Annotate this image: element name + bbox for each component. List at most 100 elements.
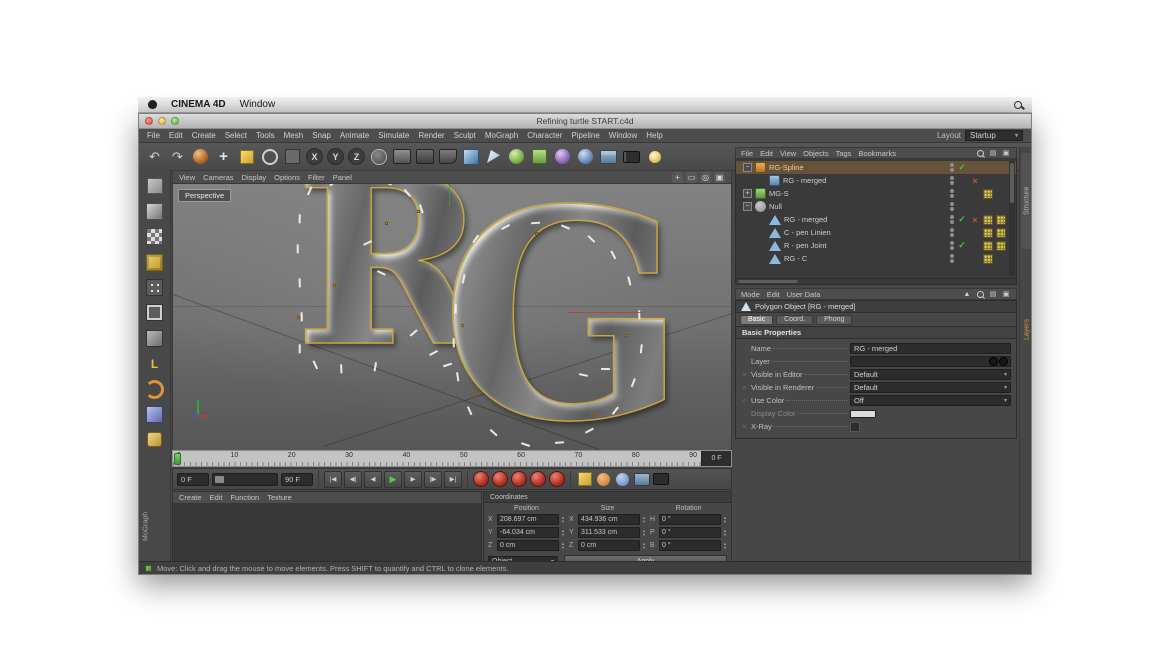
material-menu-item[interactable]: Create [179,493,202,502]
menu-item[interactable]: Help [646,131,662,140]
menu-item[interactable]: Sculpt [454,131,476,140]
spline-point[interactable] [385,222,388,225]
go-to-previous-key-button[interactable]: ◀| [344,471,362,488]
viewport-rotate-icon[interactable]: ◎ [700,172,711,183]
expander-icon[interactable] [757,241,766,250]
texture-tag-icon[interactable] [996,241,1006,251]
spline-point[interactable] [625,334,628,337]
animation-dot-icon[interactable]: ○ [741,424,748,430]
scale-tool-icon[interactable] [236,146,257,167]
window-title-bar[interactable]: Refining turtle START.c4d [139,114,1031,129]
redo-icon[interactable]: ↷ [167,146,188,167]
viewport-pan-icon[interactable]: + [672,172,683,183]
render-settings-icon[interactable] [437,146,458,167]
enable-axis-icon[interactable] [144,354,166,374]
autokeying-button[interactable] [576,471,593,488]
lock-x-axis-icon[interactable]: X [306,148,323,165]
viewport-menu-item[interactable]: Options [274,173,300,182]
attribute-tab[interactable]: Coord. [776,315,813,325]
coordinate-field[interactable]: 0 ° [659,540,721,551]
object-row[interactable]: + MG-S ✓ × [736,187,1016,200]
menu-item[interactable]: MoGraph [485,131,518,140]
material-manager[interactable]: CreateEditFunctionTexture [172,491,482,563]
menu-item[interactable]: Animate [340,131,369,140]
go-to-next-frame-button[interactable]: ▶ [404,471,422,488]
enabled-check-icon[interactable]: ✓ [957,240,967,251]
expander-icon[interactable] [757,215,766,224]
coordinate-field[interactable]: 0 ° [659,514,721,525]
menu-item[interactable]: File [147,131,160,140]
visibility-dots-icon[interactable] [950,215,954,224]
object-row[interactable]: RG - C ✓ × [736,252,1016,265]
attribute-control[interactable] [850,410,876,418]
power-slider[interactable] [212,473,278,486]
menu-item[interactable]: Mesh [284,131,304,140]
attribute-menu-item[interactable]: Edit [767,290,780,299]
stepper-icon[interactable] [642,529,646,537]
make-editable-icon[interactable] [144,176,166,196]
add-environment-icon[interactable] [575,146,596,167]
disabled-x-icon[interactable]: × [970,176,980,186]
add-cube-icon[interactable] [460,146,481,167]
stepper-icon[interactable] [723,529,727,537]
texture-tag-icon[interactable] [996,228,1006,238]
add-deformer-icon[interactable] [552,146,573,167]
material-menu-item[interactable]: Texture [267,493,292,502]
object-row[interactable]: − Null ✓ × [736,200,1016,213]
coordinates-tab[interactable]: Coordinates [484,492,731,503]
timeline-track[interactable]: 0102030405060708090 [173,451,701,466]
go-to-previous-frame-button[interactable]: ◀ [364,471,382,488]
menu-item[interactable]: Snap [312,131,331,140]
stepper-icon[interactable] [642,542,646,550]
edges-mode-icon[interactable] [144,303,166,323]
stepper-icon[interactable] [642,516,646,524]
render-view-icon[interactable] [391,146,412,167]
visibility-dots-icon[interactable] [950,163,954,172]
object-manager-menu-item[interactable]: Bookmarks [858,149,896,158]
polygons-mode-icon[interactable] [144,328,166,348]
coordinate-field[interactable]: 0 cm [578,540,640,551]
menu-item[interactable]: Pipeline [571,131,599,140]
menu-item[interactable]: Render [418,131,444,140]
simulation-button[interactable] [614,471,631,488]
last-tool-icon[interactable] [282,146,303,167]
animation-dot-icon[interactable]: ○ [741,372,748,378]
stepper-icon[interactable] [561,516,565,524]
om-search-icon[interactable] [975,148,985,158]
timeline-ruler[interactable]: 0102030405060708090 0 F [172,450,732,467]
am-nav-icon[interactable]: ▲ [962,289,972,299]
viewport-solo-icon[interactable] [144,404,166,424]
enabled-check-icon[interactable]: ✓ [957,214,967,225]
camera-label[interactable]: Perspective [178,189,231,202]
stepper-icon[interactable] [561,542,565,550]
add-spline-icon[interactable] [483,146,504,167]
visibility-dots-icon[interactable] [950,189,954,198]
attribute-control[interactable]: RG - merged [850,343,1011,354]
keyframe-selection-button[interactable] [595,471,612,488]
stepper-icon[interactable] [723,516,727,524]
expander-icon[interactable]: + [743,189,752,198]
apple-icon[interactable] [148,100,157,109]
texture-tag-icon[interactable] [983,228,993,238]
visibility-dots-icon[interactable] [950,176,954,185]
menu-item[interactable]: Character [527,131,562,140]
object-manager-menu-item[interactable]: Objects [803,149,828,158]
am-panel-icon[interactable]: ▣ [1001,289,1011,299]
attribute-control[interactable]: Default [850,382,1011,393]
viewport-menu-item[interactable]: Filter [308,173,325,182]
attribute-control[interactable]: Default [850,369,1011,380]
object-row[interactable]: R - pen Joint ✓ × [736,239,1016,252]
spline-point[interactable] [297,316,300,319]
attribute-tab[interactable]: Phong [816,315,852,325]
texture-tag-icon[interactable] [983,189,993,199]
side-panel-tab[interactable]: MoGraph [140,494,152,558]
timeline-playhead[interactable] [174,453,181,465]
texture-tag-icon[interactable] [983,241,993,251]
menu-item[interactable]: Window [609,131,637,140]
viewport-canvas[interactable]: Perspective R G [173,184,731,450]
vertical-panel-tab[interactable]: Layers [1021,297,1032,361]
menu-item[interactable]: Edit [169,131,183,140]
spline-point[interactable] [593,412,596,415]
spreadsheet-button[interactable] [633,471,650,488]
material-menu-item[interactable]: Function [230,493,259,502]
